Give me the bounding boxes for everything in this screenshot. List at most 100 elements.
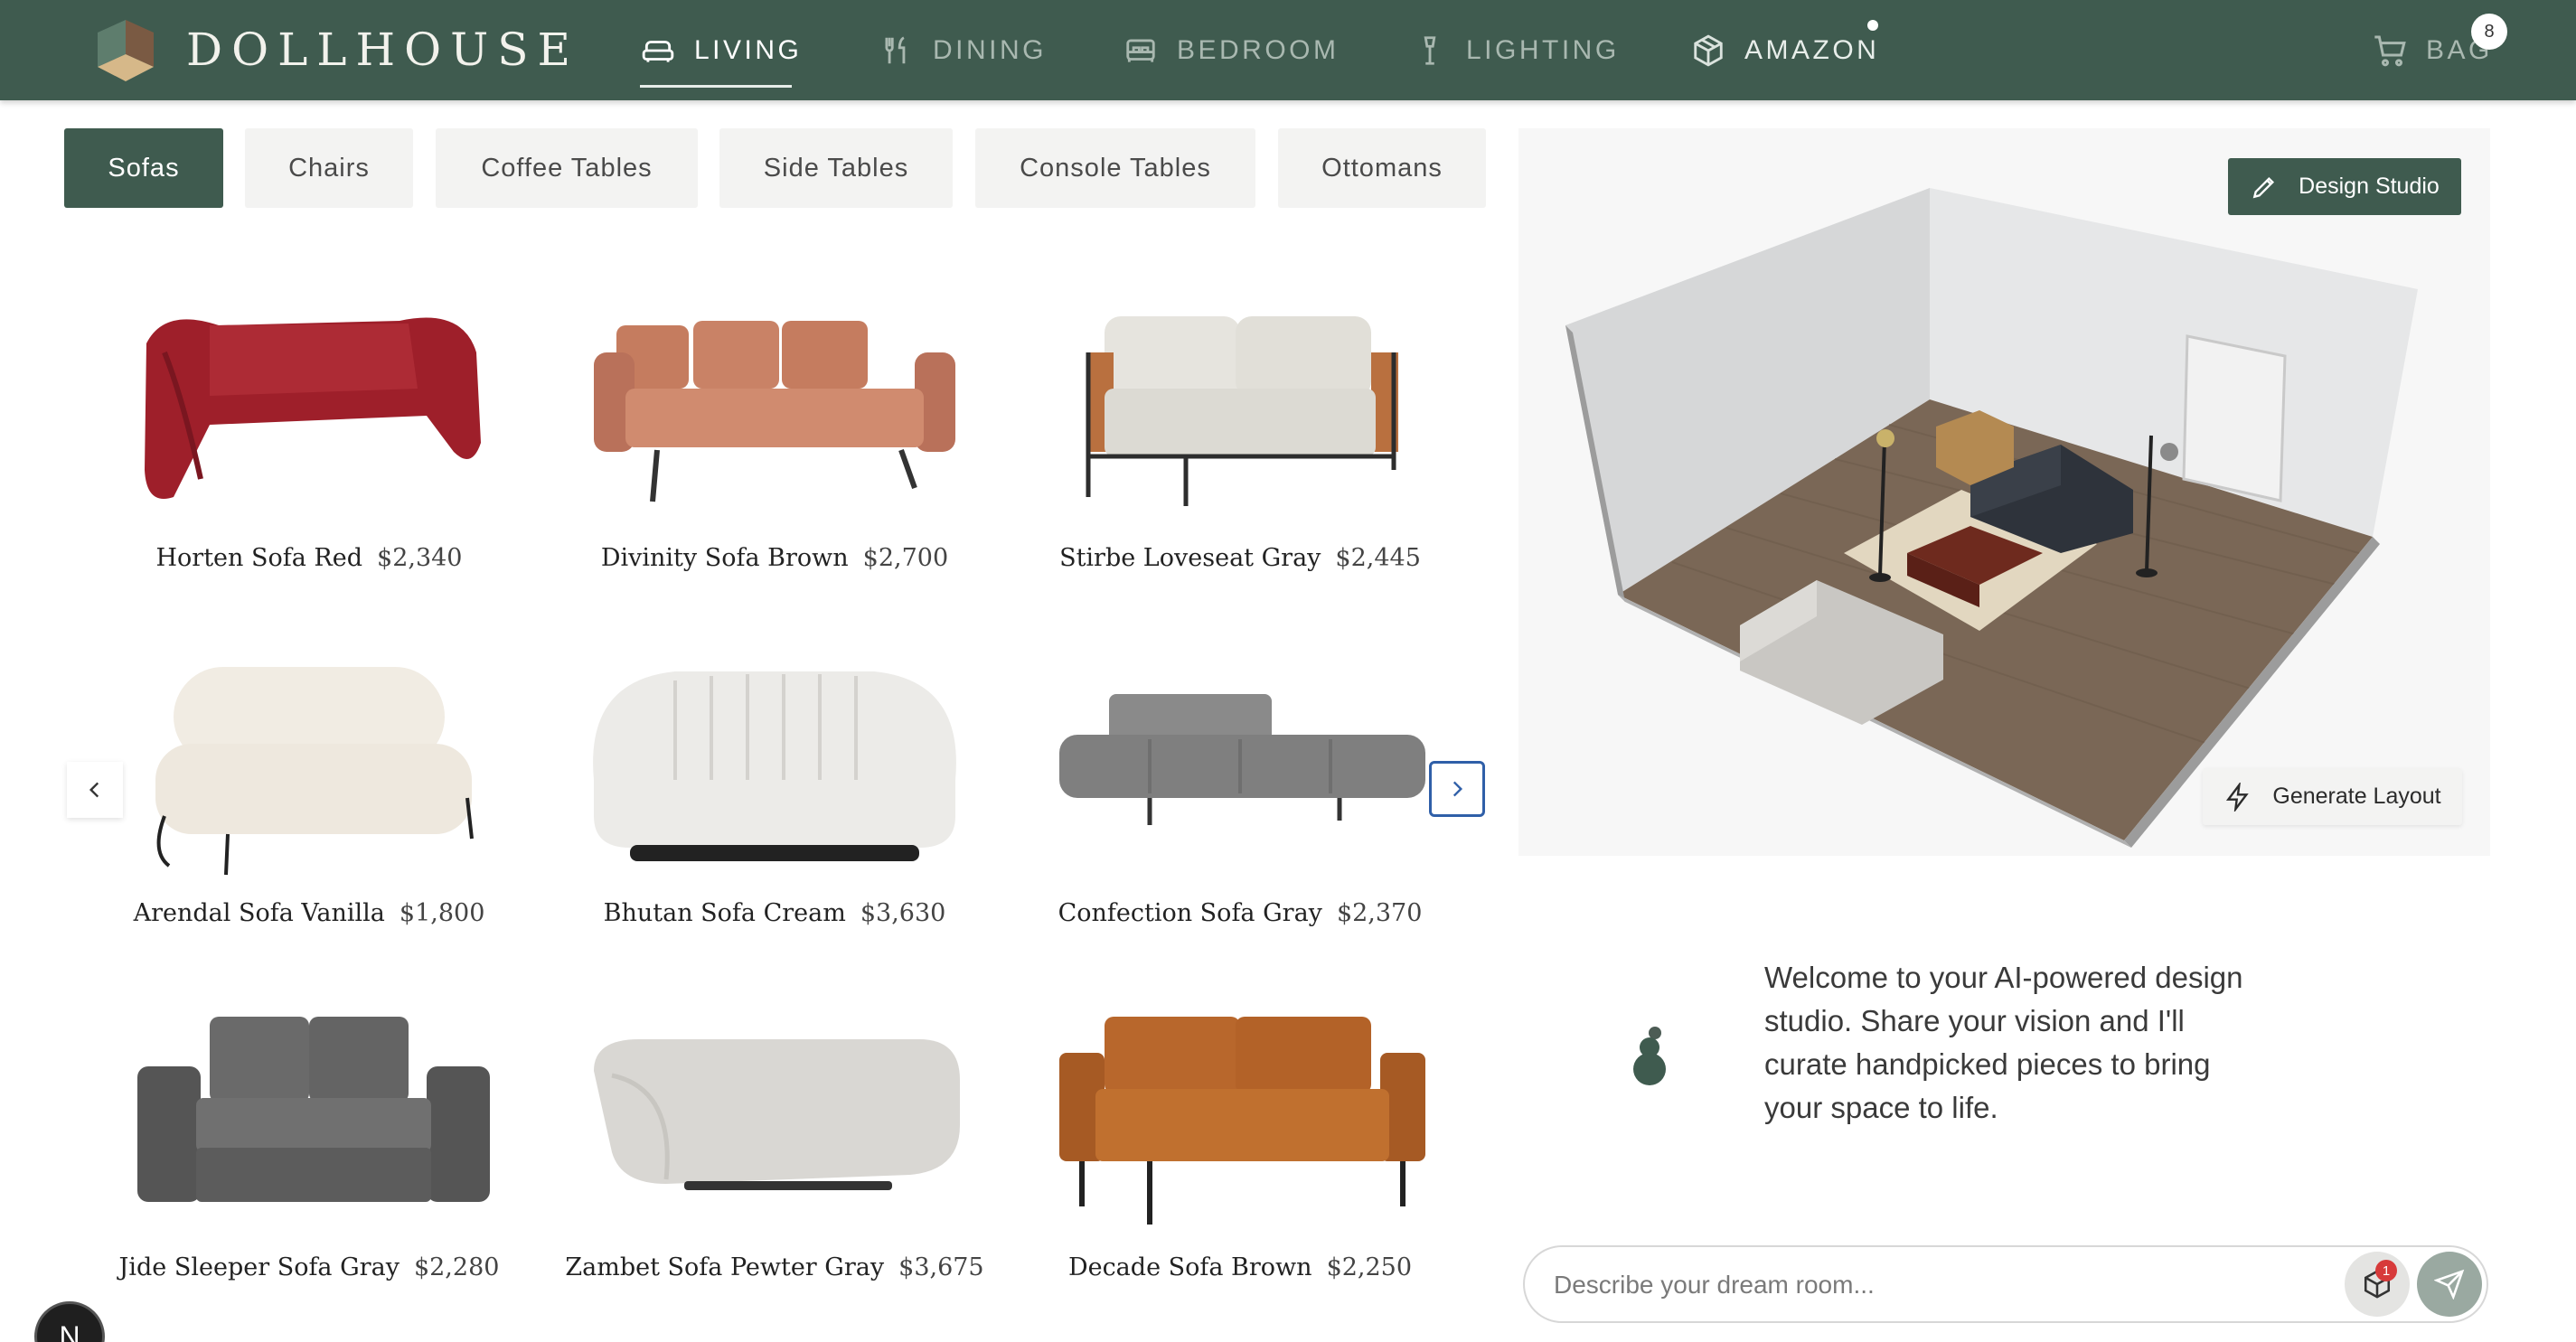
product-price: $2,445	[1335, 544, 1421, 572]
product-name: Arendal Sofa Vanilla	[133, 899, 385, 927]
sofa-image	[137, 1017, 490, 1202]
nav-lighting[interactable]: LIGHTING	[1412, 0, 1620, 100]
sofa-image	[155, 667, 474, 876]
logo[interactable]	[94, 18, 157, 87]
logo-mark-icon	[98, 20, 154, 81]
product-card[interactable]: Stirbe Loveseat Gray $2,445	[1010, 271, 1471, 615]
product-caption[interactable]: Decade Sofa Brown $2,250	[1010, 1253, 1471, 1281]
product-price: $1,800	[399, 899, 485, 927]
product-image[interactable]	[79, 626, 540, 897]
assistant-welcome-message: Welcome to your AI-powered design studio…	[1764, 961, 2243, 1124]
fork-knife-icon	[879, 33, 915, 69]
cart-icon	[2372, 33, 2408, 69]
lamp-icon	[1412, 33, 1448, 69]
product-card[interactable]: Decade Sofa Brown $2,250	[1010, 981, 1471, 1324]
product-image[interactable]	[79, 981, 540, 1252]
product-image[interactable]	[544, 981, 1005, 1252]
product-name: Confection Sofa Gray	[1058, 899, 1322, 927]
product-caption[interactable]: Horten Sofa Red $2,340	[79, 544, 540, 572]
nav-dining-label: DINING	[933, 34, 1047, 65]
product-card[interactable]: Bhutan Sofa Cream $3,630	[544, 626, 1005, 970]
generate-layout-label: Generate Layout	[2272, 784, 2441, 809]
product-name: Decade Sofa Brown	[1067, 1253, 1312, 1281]
product-name: Horten Sofa Red	[155, 544, 363, 572]
product-card[interactable]: Zambet Sofa Pewter Gray $3,675	[544, 981, 1005, 1324]
top-navigation-bar: DOLLHOUSE LIVING DINING BEDROOM LIGHTING…	[0, 0, 2576, 100]
product-card[interactable]: Divinity Sofa Brown $2,700	[544, 271, 1005, 615]
bag-count-badge: 8	[2471, 14, 2507, 50]
nav-active-underline	[640, 85, 792, 88]
nav-bedroom[interactable]: BEDROOM	[1123, 0, 1340, 100]
brand-name[interactable]: DOLLHOUSE	[186, 23, 579, 76]
product-caption[interactable]: Stirbe Loveseat Gray $2,445	[1010, 544, 1471, 572]
chat-input-container	[1523, 1245, 2488, 1323]
tab-chairs[interactable]: Chairs	[245, 128, 413, 208]
product-price: $2,280	[413, 1253, 500, 1281]
product-price: $3,630	[860, 899, 946, 927]
design-studio-label: Design Studio	[2299, 174, 2440, 199]
assistant-avatar-icon	[1633, 1027, 1666, 1085]
notification-dot	[1867, 20, 1878, 31]
send-icon	[2434, 1269, 2465, 1300]
sofa-image	[593, 671, 956, 861]
box-icon	[1690, 33, 1726, 69]
sofa-image	[145, 317, 481, 499]
product-image[interactable]	[79, 271, 540, 542]
nav-dining[interactable]: DINING	[879, 0, 1047, 100]
product-card[interactable]: Horten Sofa Red $2,340	[79, 271, 540, 615]
chevron-left-icon	[89, 782, 99, 798]
product-image[interactable]	[1010, 626, 1471, 897]
lightning-icon	[2226, 782, 2250, 812]
sofa-image	[1086, 316, 1398, 506]
product-caption[interactable]: Divinity Sofa Brown $2,700	[544, 544, 1005, 572]
product-price: $2,250	[1326, 1253, 1413, 1281]
product-caption[interactable]: Confection Sofa Gray $2,370	[1010, 899, 1471, 927]
tab-side-tables[interactable]: Side Tables	[719, 128, 953, 208]
cube-button[interactable]	[2345, 1252, 2410, 1317]
product-price: $2,370	[1336, 899, 1423, 927]
pencil-icon	[2252, 176, 2275, 198]
carousel-next-button[interactable]	[1429, 761, 1485, 817]
tab-coffee-tables[interactable]: Coffee Tables	[436, 128, 698, 208]
generate-layout-button[interactable]: Generate Layout	[2203, 768, 2462, 825]
nav-bedroom-label: BEDROOM	[1177, 34, 1340, 65]
sofa-icon	[640, 33, 676, 69]
tab-console-tables[interactable]: Console Tables	[975, 128, 1255, 208]
product-image[interactable]	[544, 271, 1005, 542]
product-caption[interactable]: Bhutan Sofa Cream $3,630	[544, 899, 1005, 927]
product-price: $2,700	[862, 544, 949, 572]
product-image[interactable]	[544, 626, 1005, 897]
product-price: $3,675	[898, 1253, 984, 1281]
chat-input[interactable]	[1554, 1263, 2322, 1307]
product-card[interactable]: Arendal Sofa Vanilla $1,800	[79, 626, 540, 970]
product-name: Jide Sleeper Sofa Gray	[118, 1253, 400, 1281]
product-card[interactable]: Jide Sleeper Sofa Gray $2,280	[79, 981, 540, 1324]
sofa-image	[594, 1039, 960, 1190]
sofa-image	[594, 321, 955, 502]
tab-ottomans[interactable]: Ottomans	[1278, 128, 1486, 208]
sofa-image	[1059, 694, 1425, 825]
nav-amazon[interactable]: AMAZON	[1690, 0, 1879, 100]
product-caption[interactable]: Arendal Sofa Vanilla $1,800	[79, 899, 540, 927]
nav-lighting-label: LIGHTING	[1466, 34, 1620, 65]
product-caption[interactable]: Zambet Sofa Pewter Gray $3,675	[544, 1253, 1005, 1281]
product-name: Zambet Sofa Pewter Gray	[565, 1253, 885, 1281]
tab-sofas[interactable]: Sofas	[64, 128, 223, 208]
nav-amazon-label: AMAZON	[1744, 34, 1880, 65]
sofa-image	[1059, 1017, 1425, 1225]
carousel-prev-button[interactable]	[67, 762, 123, 818]
room-3d-viewer[interactable]	[1518, 128, 2490, 856]
product-image[interactable]	[1010, 981, 1471, 1252]
product-image[interactable]	[1010, 271, 1471, 542]
room-render	[1565, 188, 2418, 848]
send-button[interactable]	[2417, 1252, 2482, 1317]
design-studio-button[interactable]: Design Studio	[2228, 158, 2461, 215]
product-name: Bhutan Sofa Cream	[603, 899, 846, 927]
product-name: Divinity Sofa Brown	[600, 544, 849, 572]
chevron-right-icon	[1453, 781, 1463, 797]
product-name: Stirbe Loveseat Gray	[1059, 544, 1321, 572]
bed-icon	[1123, 33, 1159, 69]
product-card[interactable]: Confection Sofa Gray $2,370	[1010, 626, 1471, 970]
bag-button[interactable]: BAG	[2372, 0, 2493, 100]
product-caption[interactable]: Jide Sleeper Sofa Gray $2,280	[79, 1253, 540, 1281]
